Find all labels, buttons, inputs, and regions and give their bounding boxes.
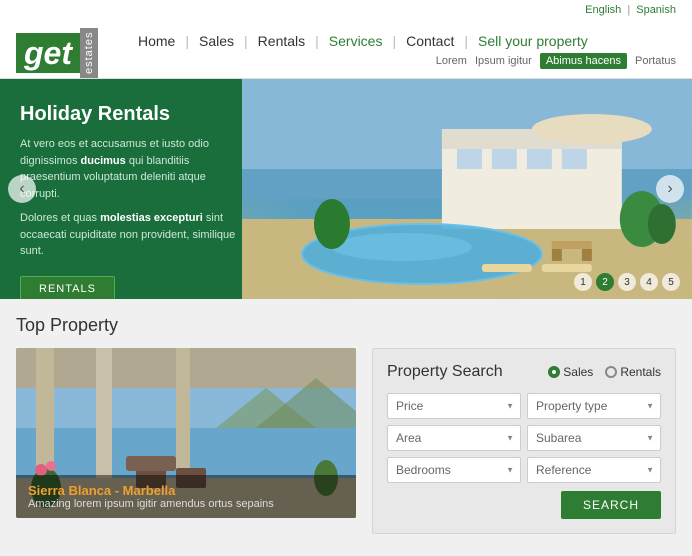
top-property-title: Top Property (16, 315, 676, 336)
slider-para2: Dolores et quas molestias excepturi sint… (20, 210, 236, 260)
slider-dot-5[interactable]: 5 (662, 273, 680, 291)
property-card[interactable]: Sierra Blanca - Marbella Amazing lorem i… (16, 348, 356, 518)
radio-rentals-text: Rentals (620, 365, 661, 379)
slider-para1: At vero eos et accusamus et iusto odio d… (20, 136, 236, 202)
bedrooms-select[interactable]: Bedrooms (387, 457, 521, 483)
slider-content: Holiday Rentals At vero eos et accusamus… (0, 79, 256, 299)
language-bar: English | Spanish (0, 0, 692, 20)
reference-select[interactable]: Reference (527, 457, 661, 483)
lang-spanish[interactable]: Spanish (636, 4, 676, 16)
property-location: Sierra Blanca - Marbella (28, 483, 344, 498)
slider-dot-3[interactable]: 3 (618, 273, 636, 291)
hero-slider: Holiday Rentals At vero eos et accusamus… (0, 79, 692, 299)
lang-english[interactable]: English (585, 4, 621, 16)
radio-sales-dot (548, 366, 560, 378)
slider-dot-2[interactable]: 2 (596, 273, 614, 291)
villa-svg (242, 79, 692, 299)
nav-sub: Lorem Ipsum igitur Abimus hacens Portatu… (128, 53, 676, 69)
nav-home[interactable]: Home (128, 33, 185, 49)
nav-sales[interactable]: Sales (189, 33, 244, 49)
slider-next[interactable]: › (656, 175, 684, 203)
search-header: Property Search Sales Rentals (387, 363, 661, 381)
subnav-ipsum[interactable]: Ipsum igitur (475, 55, 532, 67)
property-image: Sierra Blanca - Marbella Amazing lorem i… (16, 348, 356, 518)
area-select-wrap: Area (387, 425, 521, 451)
reference-select-wrap: Reference (527, 457, 661, 483)
slider-img-inner (242, 79, 692, 299)
main-content: Top Property (0, 299, 692, 550)
property-description: Amazing lorem ipsum igitir amendus ortus… (28, 498, 344, 510)
bedrooms-select-wrap: Bedrooms (387, 457, 521, 483)
logo-get-text: get (16, 33, 80, 73)
slider-dots: 1 2 3 4 5 (574, 273, 680, 291)
radio-rentals-dot (605, 366, 617, 378)
logo-estates-text: estates (80, 28, 98, 78)
search-panel: Property Search Sales Rentals Price (372, 348, 676, 534)
slider-image (242, 79, 692, 299)
navigation: Home | Sales | Rentals | Services | Cont… (128, 33, 676, 73)
radio-sales-label[interactable]: Sales (548, 365, 593, 379)
search-button[interactable]: SEARCH (561, 491, 661, 519)
property-overlay: Sierra Blanca - Marbella Amazing lorem i… (16, 475, 356, 518)
nav-sell[interactable]: Sell your property (468, 33, 598, 49)
nav-services[interactable]: Services (319, 33, 393, 49)
property-type-select[interactable]: Property type (527, 393, 661, 419)
search-fields-grid: Price Property type Area Subarea (387, 393, 661, 483)
slider-dot-4[interactable]: 4 (640, 273, 658, 291)
main-grid: Sierra Blanca - Marbella Amazing lorem i… (16, 348, 676, 534)
subnav-abimus[interactable]: Abimus hacens (540, 53, 627, 69)
subarea-select-wrap: Subarea (527, 425, 661, 451)
slider-dot-1[interactable]: 1 (574, 273, 592, 291)
slider-prev[interactable]: ‹ (8, 175, 36, 203)
nav-main: Home | Sales | Rentals | Services | Cont… (128, 33, 676, 49)
price-select-wrap: Price (387, 393, 521, 419)
subnav-lorem[interactable]: Lorem (436, 55, 467, 67)
search-title: Property Search (387, 363, 503, 381)
radio-sales-text: Sales (563, 365, 593, 379)
rentals-button[interactable]: RENTALS (20, 276, 115, 300)
logo: get estates (16, 28, 98, 78)
nav-contact[interactable]: Contact (396, 33, 464, 49)
search-radio-group: Sales Rentals (548, 365, 661, 379)
area-select[interactable]: Area (387, 425, 521, 451)
header: get estates Home | Sales | Rentals | Ser… (0, 20, 692, 79)
slider-title: Holiday Rentals (20, 103, 236, 126)
subarea-select[interactable]: Subarea (527, 425, 661, 451)
price-select[interactable]: Price (387, 393, 521, 419)
subnav-portatus[interactable]: Portatus (635, 55, 676, 67)
radio-rentals-label[interactable]: Rentals (605, 365, 661, 379)
lang-sep: | (627, 4, 630, 16)
property-type-select-wrap: Property type (527, 393, 661, 419)
nav-rentals[interactable]: Rentals (248, 33, 315, 49)
